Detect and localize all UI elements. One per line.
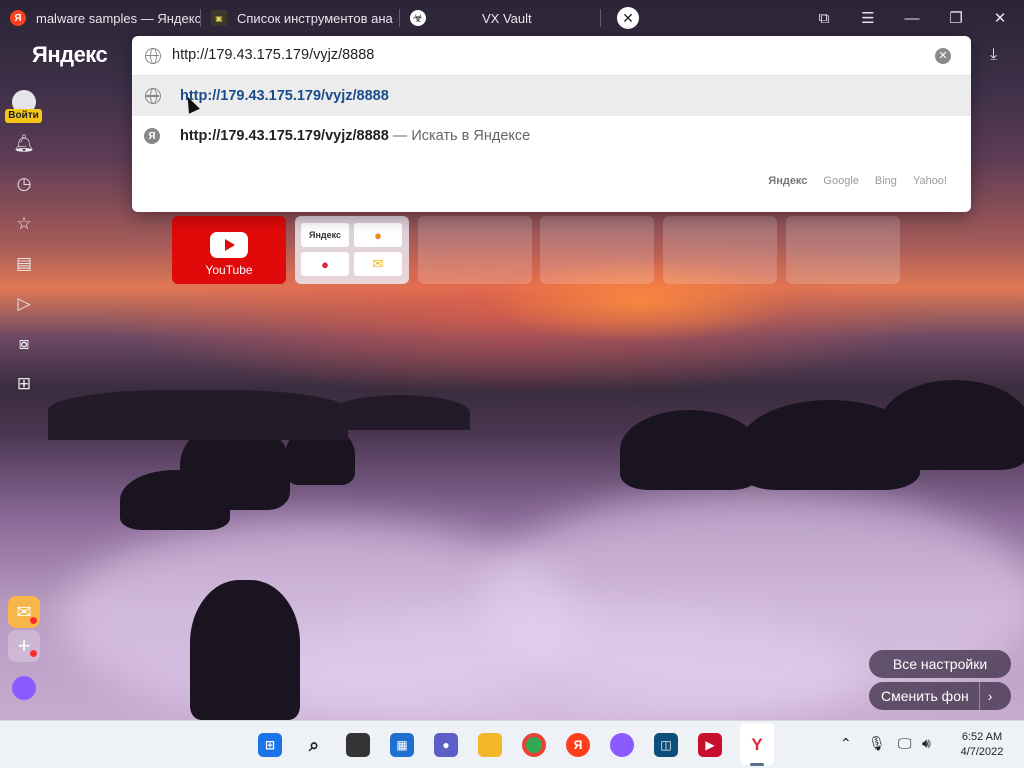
suggestion-text-wrapper: http://179.43.175.179/vyjz/8888 — Искать…: [180, 128, 530, 144]
chevron-up-icon[interactable]: ⌃: [840, 735, 852, 752]
tile-empty[interactable]: [786, 216, 900, 284]
chrome-icon[interactable]: [522, 733, 546, 757]
taskbar: ⊞ ⌕ ▦ ● Я ◫ ▶ Y ⌃ 🎙︎ 🖵 🔊︎ 6:52 AM 4/7/20…: [0, 720, 1024, 768]
windows-start-icon[interactable]: ⊞: [258, 733, 282, 757]
clock-time: 6:52 AM: [961, 731, 1003, 743]
volume-icon[interactable]: 🔊︎: [922, 735, 931, 752]
engine-bing[interactable]: Bing: [875, 175, 897, 187]
tab-title: VX Vault: [482, 10, 532, 26]
minimize-icon[interactable]: —: [890, 0, 934, 36]
tab-vx-vault[interactable]: ☣ VX Vault: [400, 0, 600, 36]
tile-youtube[interactable]: YouTube: [172, 216, 286, 284]
menu-icon[interactable]: ☰: [846, 0, 890, 36]
tile-group[interactable]: Яндекс ● ● ✉: [295, 216, 409, 284]
clock[interactable]: 6:52 AM 4/7/2022: [948, 730, 1016, 760]
mail-envelope-icon[interactable]: ✉: [354, 252, 402, 276]
alice-taskbar-icon[interactable]: [610, 733, 634, 757]
suggestion-text: http://179.43.175.179/vyjz/8888: [180, 88, 389, 104]
file-explorer-icon[interactable]: [478, 733, 502, 757]
yandex-icon: Я: [10, 10, 26, 26]
history-icon[interactable]: ◷: [12, 172, 36, 196]
clock-date: 4/7/2022: [960, 746, 1004, 758]
tile-empty[interactable]: [418, 216, 532, 284]
engine-yandex[interactable]: Яндекс: [768, 175, 807, 187]
change-background-label: Сменить фон: [881, 688, 969, 704]
restore-icon[interactable]: ❐: [934, 0, 978, 36]
yandex-browser-icon[interactable]: Я: [566, 733, 590, 757]
mail-notification-dot: [30, 617, 37, 624]
alice-icon[interactable]: [12, 676, 36, 700]
tab-title: Список инструментов ана: [237, 10, 393, 26]
suggestion-search[interactable]: Я http://179.43.175.179/vyjz/8888 — Иска…: [132, 116, 971, 156]
download-icon[interactable]: ⤓: [990, 46, 997, 64]
yandex-search-icon: Я: [144, 128, 160, 144]
bell-icon[interactable]: 🔔︎: [12, 132, 36, 156]
close-icon[interactable]: ✕: [617, 7, 639, 29]
engine-google[interactable]: Google: [823, 175, 858, 187]
tile-empty[interactable]: [663, 216, 777, 284]
tab-tools-list[interactable]: ▣ Список инструментов ана: [201, 0, 399, 36]
address-input[interactable]: http://179.43.175.179/vyjz/8888: [172, 47, 374, 63]
globe-icon: [145, 47, 161, 64]
globe-icon: [145, 88, 161, 104]
youtube-play-icon: [210, 232, 248, 258]
chevron-right-icon[interactable]: ›: [978, 682, 992, 710]
tab-divider: [600, 9, 601, 27]
mini-tile-orange-icon[interactable]: ●: [354, 223, 402, 247]
address-bar[interactable]: http://179.43.175.179/vyjz/8888 ✕: [132, 36, 971, 76]
suggestion-text: http://179.43.175.179/vyjz/8888: [180, 128, 389, 144]
mini-tile-red-icon[interactable]: ●: [301, 252, 349, 276]
yandex-logo[interactable]: Яндекс: [32, 42, 108, 68]
star-icon[interactable]: ☆: [12, 212, 36, 236]
biohazard-icon: ☣: [410, 10, 426, 26]
tab-list-icon[interactable]: ⧉: [802, 0, 846, 36]
new-tab-close-wrapper: ✕: [617, 7, 639, 29]
tab-title: malware samples — Яндекс: [36, 10, 200, 26]
suggestion-url[interactable]: http://179.43.175.179/vyjz/8888: [132, 76, 971, 116]
add-notification-dot: [30, 650, 37, 657]
site-icon: ▣: [211, 10, 227, 26]
add-icon[interactable]: +: [8, 630, 40, 662]
omnibox-dropdown: http://179.43.175.179/vyjz/8888 ✕ http:/…: [132, 36, 971, 212]
collections-icon[interactable]: ▤: [12, 252, 36, 276]
screenshot-icon[interactable]: ⧇: [12, 332, 36, 356]
login-badge[interactable]: Войти: [5, 109, 42, 123]
play-icon[interactable]: ▷: [12, 292, 36, 316]
microphone-icon[interactable]: 🎙︎: [868, 735, 886, 752]
change-background-button[interactable]: Сменить фон ›: [869, 682, 1011, 710]
task-view-icon[interactable]: [346, 733, 370, 757]
tab-malware-samples[interactable]: Я malware samples — Яндекс: [0, 0, 200, 36]
clear-icon[interactable]: ✕: [935, 48, 951, 64]
shield-app-icon[interactable]: ◫: [654, 733, 678, 757]
tile-label: YouTube: [205, 263, 253, 277]
widgets-icon[interactable]: ▦: [390, 733, 414, 757]
window-close-icon[interactable]: ✕: [978, 0, 1022, 36]
active-app-indicator: [750, 763, 764, 766]
recorder-icon[interactable]: ▶: [698, 733, 722, 757]
mini-tile-yandex[interactable]: Яндекс: [301, 223, 349, 247]
network-icon[interactable]: 🖵: [898, 735, 912, 752]
search-engines: Яндекс Google Bing Yahoo!: [768, 175, 947, 187]
chat-icon[interactable]: ●: [434, 733, 458, 757]
tile-empty[interactable]: [540, 216, 654, 284]
engine-yahoo[interactable]: Yahoo!: [913, 175, 947, 187]
apps-grid-icon[interactable]: ⊞: [12, 372, 36, 396]
all-settings-label: Все настройки: [892, 656, 988, 672]
suggestion-suffix: — Искать в Яндексе: [388, 128, 531, 144]
all-settings-button[interactable]: Все настройки: [869, 650, 1011, 678]
search-icon[interactable]: ⌕: [302, 733, 326, 757]
yandex-y-icon[interactable]: Y: [745, 733, 769, 757]
